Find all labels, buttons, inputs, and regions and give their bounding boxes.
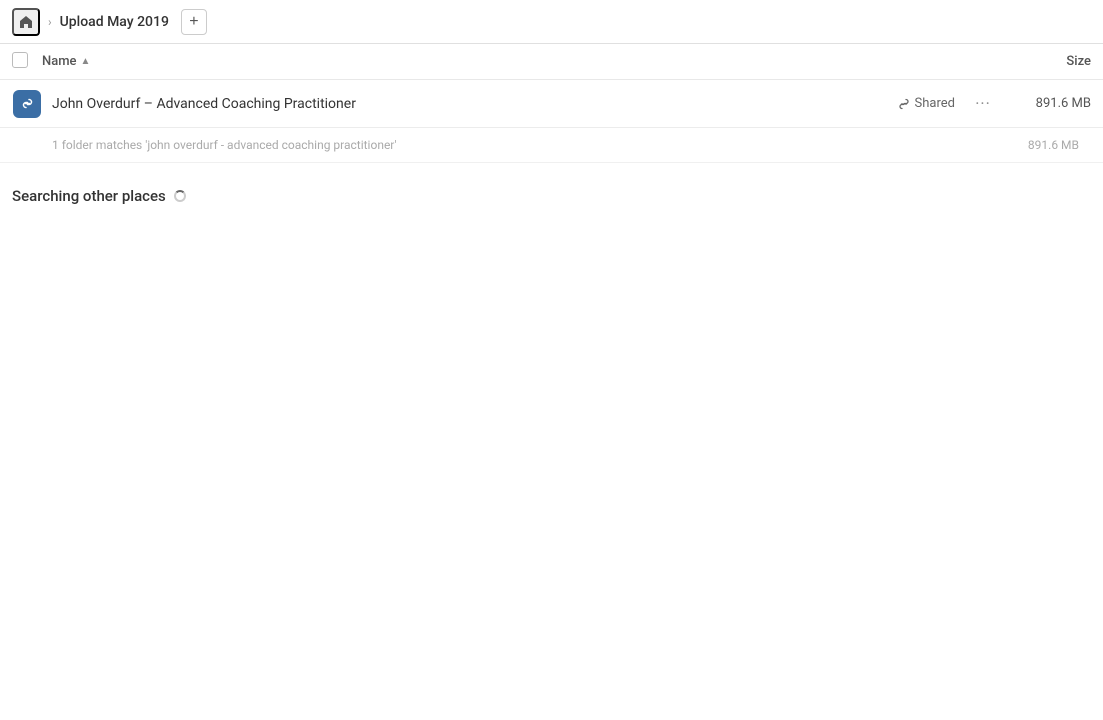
name-column-header[interactable]: Name ▲: [42, 54, 991, 69]
home-button[interactable]: [12, 8, 40, 36]
loading-spinner: [174, 190, 186, 202]
searching-label-text: Searching other places: [12, 187, 166, 205]
select-all-checkbox[interactable]: [12, 52, 28, 68]
match-info-size: 891.6 MB: [1028, 138, 1091, 152]
home-icon: [18, 14, 34, 30]
column-headers: Name ▲ Size: [0, 44, 1103, 80]
breadcrumb-title: Upload May 2019: [60, 14, 169, 30]
more-dots-icon: ···: [975, 94, 991, 113]
result-folder-name: John Overdurf – Advanced Coaching Practi…: [52, 96, 897, 112]
match-info-bar: 1 folder matches 'john overdurf - advanc…: [0, 128, 1103, 163]
searching-section: Searching other places: [0, 163, 1103, 221]
result-meta: Shared ··· 891.6 MB: [897, 92, 1091, 116]
sort-arrow-icon: ▲: [81, 56, 91, 67]
add-button[interactable]: +: [181, 9, 207, 35]
shared-link-icon: [897, 97, 911, 111]
searching-label: Searching other places: [12, 187, 1091, 205]
breadcrumb-header: › Upload May 2019 +: [0, 0, 1103, 44]
size-column-label: Size: [1066, 54, 1091, 69]
shared-label: Shared: [915, 96, 955, 111]
more-options-button[interactable]: ···: [971, 92, 995, 116]
size-column-header[interactable]: Size: [991, 54, 1091, 69]
link-icon: [20, 96, 35, 111]
match-info-text: 1 folder matches 'john overdurf - advanc…: [52, 138, 397, 152]
select-all-checkbox-area[interactable]: [12, 52, 42, 72]
breadcrumb-chevron-icon: ›: [48, 15, 52, 29]
shared-badge: Shared: [897, 96, 955, 111]
result-row[interactable]: John Overdurf – Advanced Coaching Practi…: [0, 80, 1103, 128]
row-icon-area: [12, 90, 42, 118]
folder-link-icon: [13, 90, 41, 118]
result-size: 891.6 MB: [1011, 96, 1091, 111]
name-column-label: Name: [42, 54, 77, 69]
